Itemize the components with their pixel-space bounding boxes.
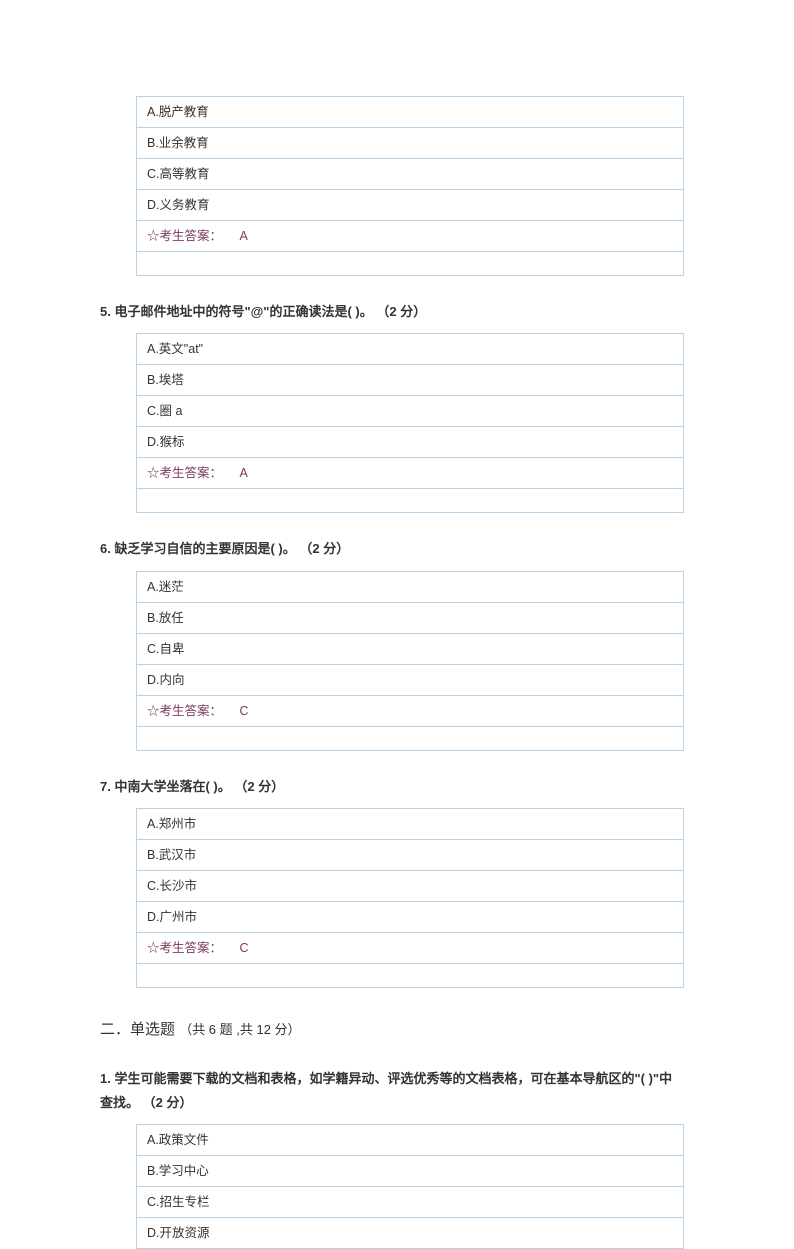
answer-label: ☆考生答案：: [147, 466, 222, 480]
question-points: （2 分）: [143, 1095, 193, 1110]
question-number: 1.: [100, 1071, 111, 1086]
q4-options-table: A.脱产教育 B.业余教育 C.高等教育 D.义务教育 ☆考生答案： A: [136, 96, 684, 276]
option-a: A.脱产教育: [137, 97, 684, 128]
q7-options-table: A.郑州市 B.武汉市 C.长沙市 D.广州市 ☆考生答案： C: [136, 808, 684, 988]
q4-options-wrap: A.脱产教育 B.业余教育 C.高等教育 D.义务教育 ☆考生答案： A: [100, 96, 648, 276]
q5-options-table: A.英文"at" B.埃塔 C.圈 a D.猴标 ☆考生答案： A: [136, 333, 684, 513]
s2q1-text: 1. 学生可能需要下载的文档和表格，如学籍异动、评选优秀等的文档表格，可在基本导…: [100, 1067, 684, 1114]
option-d: D.广州市: [137, 902, 684, 933]
q5-text: 5. 电子邮件地址中的符号"@"的正确读法是( )。 （2 分）: [100, 300, 684, 323]
table-row: C.圈 a: [137, 396, 684, 427]
table-row: C.招生专栏: [137, 1186, 684, 1217]
answer-label: ☆考生答案：: [147, 941, 222, 955]
table-row: C.长沙市: [137, 871, 684, 902]
option-d: D.开放资源: [137, 1217, 684, 1248]
option-d: D.内向: [137, 664, 684, 695]
answer-row: ☆考生答案： C: [137, 695, 684, 726]
question-number: 6.: [100, 541, 111, 556]
q7-options-wrap: A.郑州市 B.武汉市 C.长沙市 D.广州市 ☆考生答案： C: [100, 808, 648, 988]
table-row: C.自卑: [137, 633, 684, 664]
table-row: B.放任: [137, 602, 684, 633]
option-c: C.招生专栏: [137, 1186, 684, 1217]
table-row: A.迷茫: [137, 571, 684, 602]
answer-row: ☆考生答案： A: [137, 221, 684, 252]
answer-label: ☆考生答案：: [147, 704, 222, 718]
question-points: （2 分）: [234, 779, 284, 794]
answer-row: ☆考生答案： C: [137, 933, 684, 964]
option-c: C.自卑: [137, 633, 684, 664]
option-a: A.迷茫: [137, 571, 684, 602]
table-row: A.脱产教育: [137, 97, 684, 128]
blank-row: [137, 726, 684, 750]
table-row: D.猴标: [137, 427, 684, 458]
option-b: B.学习中心: [137, 1155, 684, 1186]
q6-options-table: A.迷茫 B.放任 C.自卑 D.内向 ☆考生答案： C: [136, 571, 684, 751]
answer-value: C: [240, 941, 249, 955]
option-c: C.高等教育: [137, 159, 684, 190]
question-body: 电子邮件地址中的符号"@"的正确读法是( )。: [114, 304, 372, 319]
question-body: 缺乏学习自信的主要原因是( )。: [114, 541, 295, 556]
option-b: B.武汉市: [137, 840, 684, 871]
q7-text: 7. 中南大学坐落在( )。 （2 分）: [100, 775, 684, 798]
s2q1-options-wrap: A.政策文件 B.学习中心 C.招生专栏 D.开放资源: [100, 1124, 648, 1249]
q5-options-wrap: A.英文"at" B.埃塔 C.圈 a D.猴标 ☆考生答案： A: [100, 333, 648, 513]
section-title: 二．单选题: [100, 1021, 175, 1038]
table-row: B.业余教育: [137, 128, 684, 159]
q6-options-wrap: A.迷茫 B.放任 C.自卑 D.内向 ☆考生答案： C: [100, 571, 648, 751]
table-row: D.广州市: [137, 902, 684, 933]
table-row: B.学习中心: [137, 1155, 684, 1186]
option-b: B.业余教育: [137, 128, 684, 159]
table-row: B.武汉市: [137, 840, 684, 871]
table-row: D.内向: [137, 664, 684, 695]
option-b: B.埃塔: [137, 365, 684, 396]
answer-value: C: [240, 704, 249, 718]
table-row: D.开放资源: [137, 1217, 684, 1248]
answer-value: A: [240, 229, 248, 243]
option-a: A.政策文件: [137, 1124, 684, 1155]
answer-value: A: [240, 466, 248, 480]
table-row: B.埃塔: [137, 365, 684, 396]
answer-label: ☆考生答案：: [147, 229, 222, 243]
s2q1-options-table: A.政策文件 B.学习中心 C.招生专栏 D.开放资源: [136, 1124, 684, 1249]
table-row: A.英文"at": [137, 334, 684, 365]
option-a: A.郑州市: [137, 809, 684, 840]
answer-row: ☆考生答案： A: [137, 458, 684, 489]
question-points: （2 分）: [299, 541, 349, 556]
blank-row: [137, 489, 684, 513]
section2-header: 二．单选题 （共 6 题 ,共 12 分）: [100, 1016, 684, 1043]
question-number: 7.: [100, 779, 111, 794]
option-c: C.长沙市: [137, 871, 684, 902]
question-body: 中南大学坐落在( )。: [114, 779, 230, 794]
option-b: B.放任: [137, 602, 684, 633]
question-number: 5.: [100, 304, 111, 319]
table-row: A.政策文件: [137, 1124, 684, 1155]
option-a: A.英文"at": [137, 334, 684, 365]
blank-row: [137, 964, 684, 988]
table-row: A.郑州市: [137, 809, 684, 840]
option-d: D.义务教育: [137, 190, 684, 221]
table-row: D.义务教育: [137, 190, 684, 221]
option-c: C.圈 a: [137, 396, 684, 427]
blank-row: [137, 252, 684, 276]
question-points: （2 分）: [376, 304, 426, 319]
table-row: C.高等教育: [137, 159, 684, 190]
q6-text: 6. 缺乏学习自信的主要原因是( )。 （2 分）: [100, 537, 684, 560]
option-d: D.猴标: [137, 427, 684, 458]
section-subtitle: （共 6 题 ,共 12 分）: [179, 1022, 300, 1037]
